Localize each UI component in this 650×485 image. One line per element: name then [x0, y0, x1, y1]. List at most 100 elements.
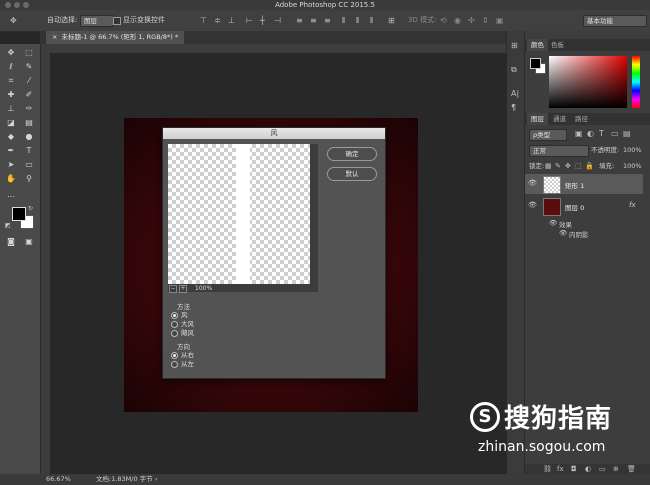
- layer-fx-badge[interactable]: fx: [629, 201, 636, 209]
- filter-type-icon[interactable]: T: [599, 129, 604, 139]
- 3d-scale-icon[interactable]: ▣: [496, 16, 504, 26]
- filter-smart-icon[interactable]: ▤: [623, 129, 631, 139]
- layer-filter-dropdown[interactable]: ρ类型: [529, 129, 567, 141]
- distribute-left-icon[interactable]: ⦀: [342, 16, 346, 26]
- lock-position-icon[interactable]: ✥: [565, 161, 571, 171]
- tab-channels[interactable]: 通道: [549, 113, 570, 125]
- distribute-hcenter-icon[interactable]: ⦀: [356, 16, 360, 26]
- effects-eye-icon[interactable]: 👁: [549, 219, 557, 227]
- more-tools-icon[interactable]: ⋯: [5, 191, 17, 202]
- gradient-tool-icon[interactable]: ▤: [23, 117, 35, 128]
- blend-mode-dropdown[interactable]: 正常: [529, 145, 589, 157]
- distribute-top-icon[interactable]: ≡: [296, 16, 303, 26]
- paragraph-panel-icon[interactable]: ¶: [511, 103, 516, 113]
- 3d-slide-icon[interactable]: ⇕: [482, 16, 489, 26]
- filter-preview[interactable]: [168, 144, 310, 284]
- align-bottom-icon[interactable]: ⊥: [228, 16, 235, 26]
- 3d-roll-icon[interactable]: ◉: [454, 16, 461, 26]
- 3d-orbit-icon[interactable]: ⟲: [440, 16, 447, 26]
- type-tool-icon[interactable]: T: [23, 145, 35, 156]
- lock-all-icon[interactable]: 🔒: [585, 161, 594, 171]
- workspace-dropdown[interactable]: 基本功能: [583, 15, 647, 27]
- ok-button[interactable]: 确定: [327, 147, 377, 161]
- quick-select-tool-icon[interactable]: ✎: [23, 61, 35, 72]
- lock-transparent-icon[interactable]: ▦: [545, 161, 552, 171]
- blur-tool-icon[interactable]: ◆: [5, 131, 17, 142]
- align-vcenter-icon[interactable]: ≑: [214, 16, 221, 26]
- default-button[interactable]: 默认: [327, 167, 377, 181]
- move-tool-icon[interactable]: ✥: [10, 16, 17, 26]
- stamp-tool-icon[interactable]: ⊥: [5, 103, 17, 114]
- shape-tool-icon[interactable]: ▭: [23, 159, 35, 170]
- character-panel-icon[interactable]: A|: [511, 89, 519, 99]
- eyedropper-tool-icon[interactable]: ⁄: [23, 75, 35, 86]
- lock-image-icon[interactable]: ✎: [555, 161, 561, 171]
- method-radio-wind[interactable]: [171, 312, 178, 319]
- lasso-tool-icon[interactable]: ℓ: [5, 61, 17, 72]
- filter-pixel-icon[interactable]: ▣: [575, 129, 583, 139]
- zoom-tool-icon[interactable]: ⚲: [23, 173, 35, 184]
- filter-shape-icon[interactable]: ▭: [611, 129, 619, 139]
- add-mask-icon[interactable]: ◘: [571, 464, 577, 474]
- show-transform-checkbox[interactable]: [113, 17, 121, 25]
- add-style-icon[interactable]: fx: [557, 464, 564, 474]
- inner-shadow-eye-icon[interactable]: 👁: [559, 229, 567, 237]
- hand-tool-icon[interactable]: ✋: [5, 173, 17, 184]
- auto-align-icon[interactable]: ⊞: [388, 16, 395, 26]
- zoom-out-icon[interactable]: −: [169, 285, 177, 293]
- opacity-value[interactable]: 100%: [623, 145, 642, 155]
- preview-horizontal-scrollbar[interactable]: [168, 284, 318, 292]
- pen-tool-icon[interactable]: ✒: [5, 145, 17, 156]
- align-top-icon[interactable]: ⊤: [200, 16, 207, 26]
- dodge-tool-icon[interactable]: ●: [23, 131, 35, 142]
- screen-mode-icon[interactable]: ▣: [23, 236, 35, 247]
- tab-swatches[interactable]: 色板: [547, 39, 568, 51]
- layer-visibility-eye-icon[interactable]: 👁: [528, 201, 537, 209]
- history-panel-icon[interactable]: ⊞: [511, 41, 518, 51]
- crop-tool-icon[interactable]: ⌗: [5, 75, 17, 86]
- align-right-icon[interactable]: ⊣: [274, 16, 281, 26]
- adjustment-layer-icon[interactable]: ◐: [585, 464, 591, 474]
- color-field[interactable]: [549, 56, 627, 108]
- distribute-right-icon[interactable]: ⦀: [370, 16, 374, 26]
- path-select-tool-icon[interactable]: ➤: [5, 159, 17, 170]
- new-layer-icon[interactable]: ⊕: [613, 464, 619, 474]
- layer-row-layer-0[interactable]: 👁 图层 0 fx: [525, 196, 643, 216]
- eraser-tool-icon[interactable]: ◪: [5, 117, 17, 128]
- align-left-icon[interactable]: ⊢: [246, 16, 253, 26]
- panel-foreground-swatch[interactable]: [530, 58, 541, 69]
- direction-radio-from-right[interactable]: [171, 352, 178, 359]
- zoom-in-icon[interactable]: +: [179, 285, 187, 293]
- default-colors-icon[interactable]: ◩: [5, 222, 11, 229]
- document-info[interactable]: 文档:1.83M/0 字节: [96, 474, 153, 485]
- zoom-level[interactable]: 66.67%: [46, 474, 71, 485]
- marquee-tool-icon[interactable]: ⬚: [23, 47, 35, 58]
- quick-mask-icon[interactable]: ◙: [5, 236, 17, 247]
- healing-tool-icon[interactable]: ✚: [5, 89, 17, 100]
- new-group-icon[interactable]: ▭: [599, 464, 606, 474]
- foreground-color-swatch[interactable]: [12, 207, 26, 221]
- distribute-vcenter-icon[interactable]: ≡: [310, 16, 317, 26]
- history-brush-tool-icon[interactable]: ✑: [23, 103, 35, 114]
- lock-artboard-icon[interactable]: ⬚: [575, 161, 582, 171]
- document-tab[interactable]: × 未标题-1 @ 66.7% (矩形 1, RGB/8*) *: [46, 31, 185, 44]
- tab-layers[interactable]: 图层: [527, 113, 548, 125]
- layer-row-rectangle-1[interactable]: 👁 矩形 1: [525, 174, 643, 194]
- align-hcenter-icon[interactable]: ┼: [260, 16, 265, 26]
- move-tool-icon[interactable]: ✥: [5, 47, 17, 58]
- hue-slider[interactable]: [632, 56, 640, 108]
- distribute-bottom-icon[interactable]: ≡: [324, 16, 331, 26]
- filter-adjust-icon[interactable]: ◐: [587, 129, 594, 139]
- method-radio-stagger[interactable]: [171, 330, 178, 337]
- brush-tool-icon[interactable]: ✐: [23, 89, 35, 100]
- auto-select-dropdown[interactable]: 图层: [80, 15, 114, 27]
- method-radio-blast[interactable]: [171, 321, 178, 328]
- 3d-pan-icon[interactable]: ✣: [468, 16, 475, 26]
- close-tab-icon[interactable]: ×: [52, 33, 57, 41]
- tab-color[interactable]: 颜色: [527, 39, 548, 51]
- fill-value[interactable]: 100%: [623, 161, 642, 171]
- layer-visibility-eye-icon[interactable]: 👁: [528, 179, 537, 187]
- preview-vertical-scrollbar[interactable]: [310, 144, 318, 284]
- actions-panel-icon[interactable]: ⧉: [511, 65, 517, 75]
- status-arrow-icon[interactable]: ›: [155, 474, 158, 485]
